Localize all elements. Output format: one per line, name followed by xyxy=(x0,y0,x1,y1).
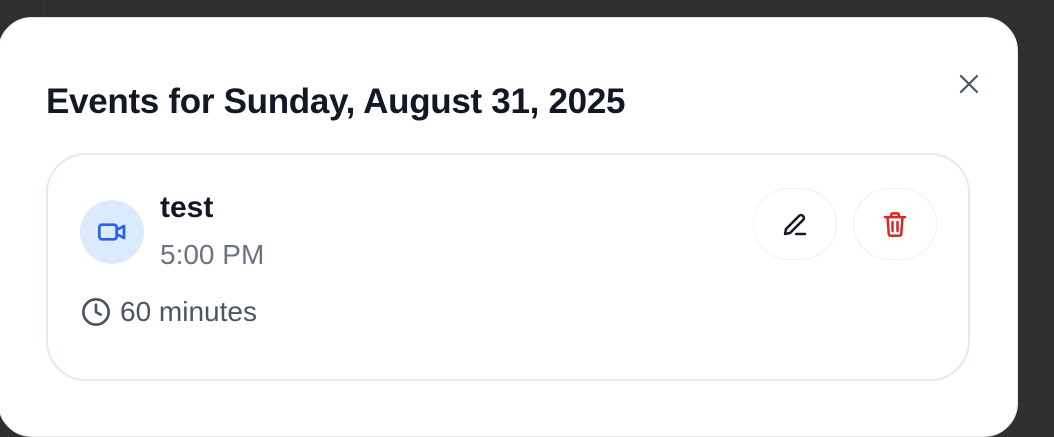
event-card[interactable]: test 5:00 PM 60 minutes xyxy=(46,153,970,381)
event-duration-label: 60 minutes xyxy=(120,296,257,327)
edit-event-button[interactable] xyxy=(753,188,837,260)
delete-event-button[interactable] xyxy=(853,188,937,260)
trash-icon xyxy=(883,212,907,238)
close-button[interactable] xyxy=(954,69,984,99)
close-icon xyxy=(959,74,979,94)
modal-title: Events for Sunday, August 31, 2025 xyxy=(46,82,626,121)
pencil-icon xyxy=(783,213,807,236)
video-camera-icon xyxy=(98,223,126,241)
events-modal: Events for Sunday, August 31, 2025 test … xyxy=(0,17,1018,437)
event-time: 5:00 PM xyxy=(160,239,265,270)
clock-icon xyxy=(82,298,110,326)
backdrop-divider xyxy=(44,0,45,18)
event-title: test xyxy=(160,191,214,224)
event-type-badge xyxy=(80,200,144,264)
event-duration: 60 minutes xyxy=(80,296,257,328)
